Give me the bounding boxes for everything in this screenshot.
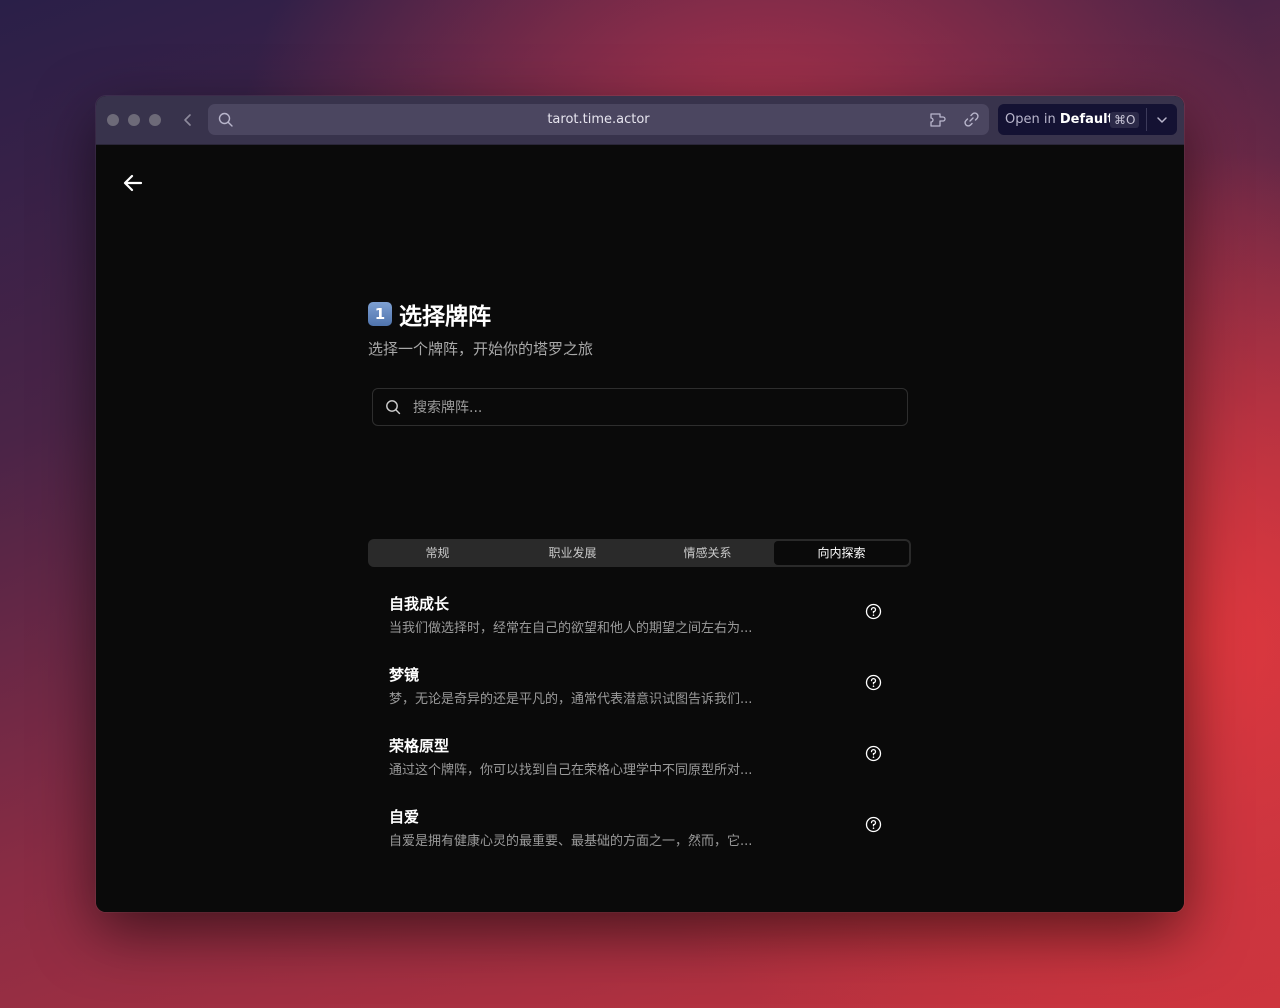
page-subtitle: 选择一个牌阵，开始你的塔罗之旅 — [368, 340, 594, 358]
chevron-left-icon[interactable] — [180, 110, 196, 130]
spread-item-jung-archetype[interactable]: 荣格原型 通过这个牌阵，你可以找到自己在荣格心理学中不同原型所对... — [389, 735, 885, 785]
spread-description: 自爱是拥有健康心灵的最重要、最基础的方面之一，然而，它... — [389, 834, 753, 849]
browser-titlebar: tarot.time.actor Open in Default ⌘O — [96, 96, 1184, 145]
shortcut-badge: ⌘O — [1110, 112, 1140, 128]
spread-item-self-growth[interactable]: 自我成长 当我们做选择时，经常在自己的欲望和他人的期望之间左右为... — [389, 593, 885, 643]
category-tabs: 常规 职业发展 情感关系 向内探索 — [368, 539, 911, 567]
spread-description: 通过这个牌阵，你可以找到自己在荣格心理学中不同原型所对... — [389, 763, 753, 778]
window-zoom-button[interactable] — [149, 114, 161, 126]
spread-title: 自爱 — [389, 808, 420, 826]
link-icon[interactable] — [963, 111, 980, 128]
page-heading: 1 选择牌阵 — [368, 299, 491, 330]
page-content: 1 选择牌阵 选择一个牌阵，开始你的塔罗之旅 常规 职业发展 情感关系 向内探索… — [96, 145, 1184, 912]
search-icon — [386, 400, 401, 415]
question-circle-icon[interactable] — [865, 674, 882, 691]
window-minimize-button[interactable] — [128, 114, 140, 126]
extension-icon[interactable] — [929, 111, 949, 128]
open-in-prefix: Open in — [1005, 112, 1056, 127]
question-circle-icon[interactable] — [865, 745, 882, 762]
open-in-target: Default — [1059, 112, 1114, 127]
search-input[interactable] — [411, 389, 895, 427]
question-circle-icon[interactable] — [865, 816, 882, 833]
step-number-badge: 1 — [368, 302, 392, 326]
spread-description: 梦，无论是奇异的还是平凡的，通常代表潜意识试图告诉我们... — [389, 692, 753, 707]
page-title: 选择牌阵 — [399, 304, 491, 330]
chevron-down-icon[interactable] — [1155, 113, 1169, 127]
tab-general[interactable]: 常规 — [370, 541, 505, 565]
window-close-button[interactable] — [107, 114, 119, 126]
spread-search-box[interactable] — [372, 388, 908, 427]
spread-title: 荣格原型 — [389, 737, 450, 755]
spread-item-dream-mirror[interactable]: 梦镜 梦，无论是奇异的还是平凡的，通常代表潜意识试图告诉我们... — [389, 664, 885, 714]
tab-inner-exploration[interactable]: 向内探索 — [774, 541, 909, 565]
question-circle-icon[interactable] — [865, 603, 882, 620]
tab-relationships[interactable]: 情感关系 — [640, 541, 775, 565]
tab-career[interactable]: 职业发展 — [505, 541, 640, 565]
url-text: tarot.time.actor — [547, 112, 650, 127]
spread-title: 自我成长 — [389, 595, 450, 613]
arrow-left-icon[interactable] — [122, 173, 144, 193]
divider — [1146, 108, 1147, 131]
open-in-default-button[interactable]: Open in Default ⌘O — [998, 104, 1177, 135]
spread-title: 梦镜 — [389, 666, 420, 684]
address-bar[interactable]: tarot.time.actor — [208, 104, 989, 135]
browser-window: tarot.time.actor Open in Default ⌘O 1 选择… — [96, 96, 1184, 912]
spread-description: 当我们做选择时，经常在自己的欲望和他人的期望之间左右为... — [389, 621, 753, 636]
spread-item-self-love[interactable]: 自爱 自爱是拥有健康心灵的最重要、最基础的方面之一，然而，它... — [389, 806, 885, 856]
